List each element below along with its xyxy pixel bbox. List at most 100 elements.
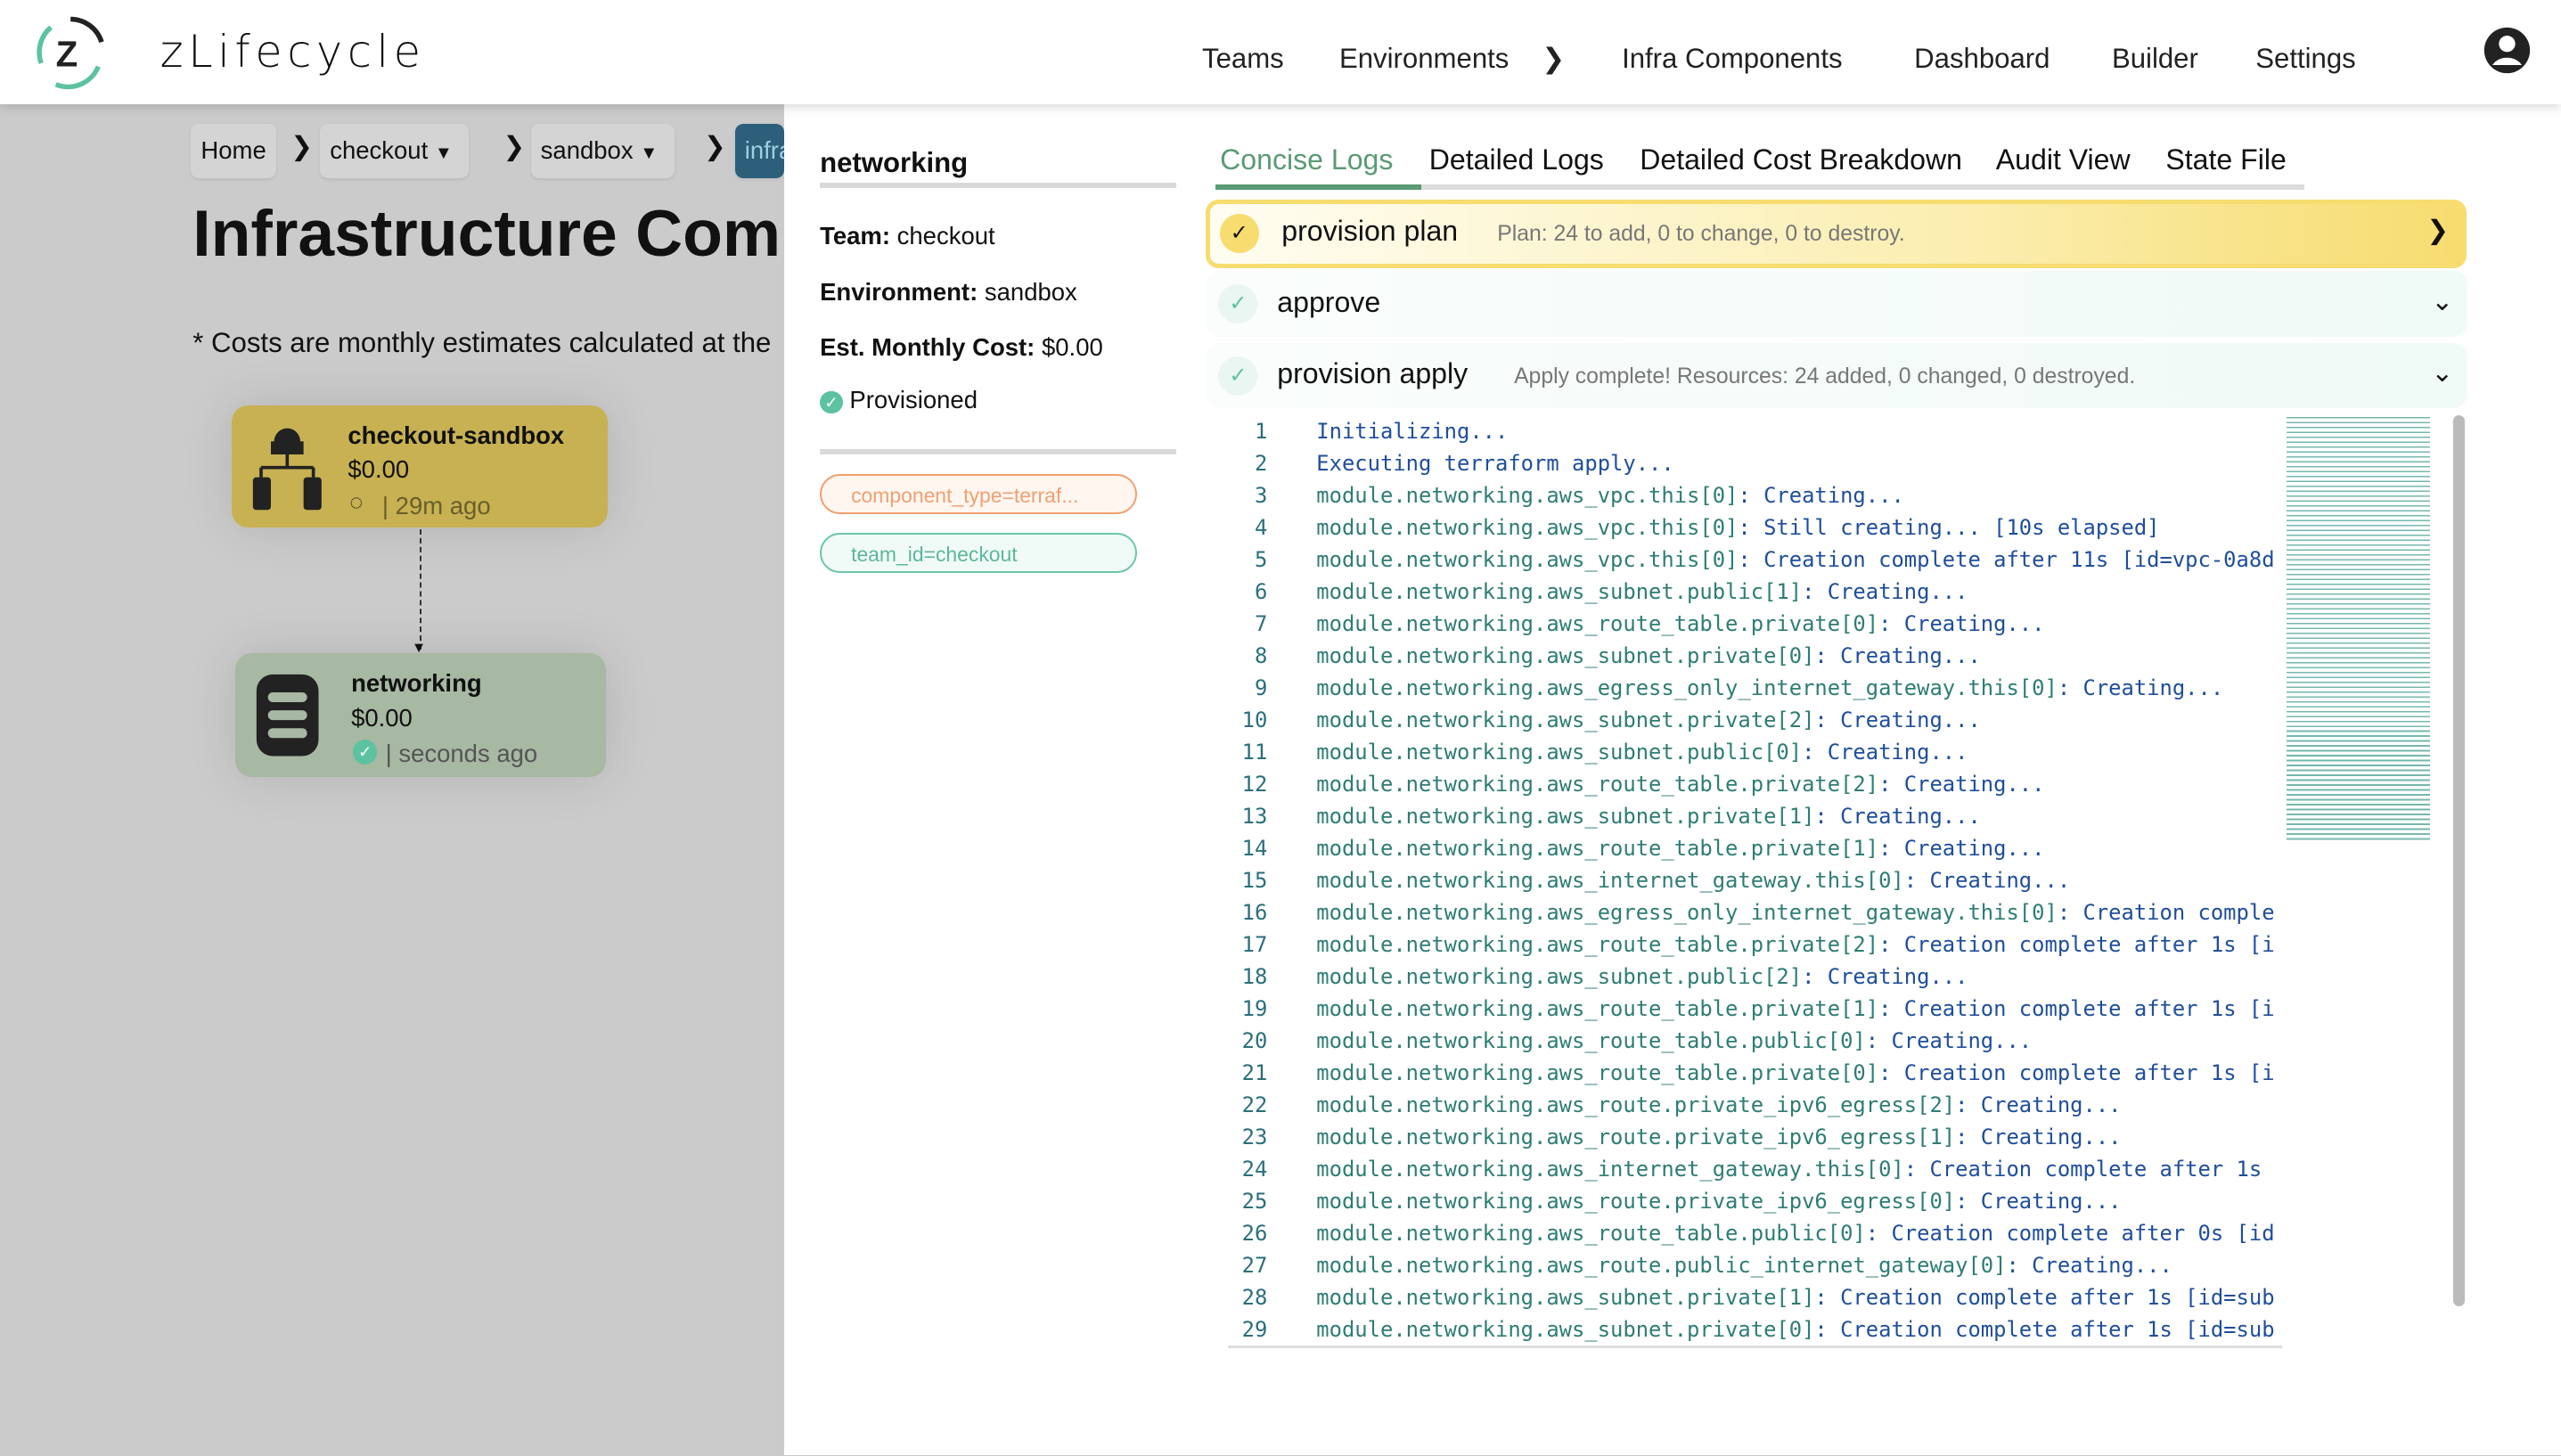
cost-label: Est. Monthly Cost: <box>820 332 1035 361</box>
brand-name: zLifecycle <box>160 26 426 78</box>
log-resource: module.networking.aws_internet_gateway.t… <box>1316 1156 1904 1182</box>
cost-note: * Costs are monthly estimates calculated… <box>192 326 772 358</box>
zlifecycle-logo[interactable]: Z <box>33 14 108 90</box>
log-resource: module.networking.aws_vpc.this[0] <box>1316 482 1739 508</box>
log-line: 14 module.networking.aws_route_table.priv… <box>1228 832 2281 864</box>
log-message: : Creating... <box>1802 739 1968 765</box>
log-resource: module.networking.aws_subnet.private[0] <box>1316 1316 1815 1342</box>
nav-dashboard[interactable]: Dashboard <box>1914 43 2050 75</box>
step-title: provision plan <box>1281 215 1459 248</box>
chevron-right-icon[interactable]: ❯ <box>1542 43 1565 75</box>
nav-builder[interactable]: Builder <box>2112 43 2198 75</box>
log-line: 23 module.networking.aws_route.private_ip… <box>1228 1121 2281 1153</box>
node-networking[interactable]: networking $0.00 ✓ | seconds ago <box>234 653 606 778</box>
line-number: 21 <box>1241 1059 1268 1085</box>
log-resource: module.networking.aws_subnet.public[0] <box>1316 739 1803 765</box>
step-approve[interactable]: ✓ approve ⌄ <box>1205 271 2467 337</box>
node-time: | seconds ago <box>385 740 538 768</box>
log-resource: module.networking.aws_route.private_ipv6… <box>1316 1188 1956 1214</box>
tag-team-id[interactable]: team_id=checkout <box>820 532 1137 574</box>
log-resource: module.networking.aws_route_table.public… <box>1316 1220 1866 1246</box>
line-number: 28 <box>1241 1284 1268 1310</box>
chevron-down-icon[interactable]: ⌄ <box>2431 286 2453 317</box>
line-number: 4 <box>1254 514 1268 540</box>
log-line: 24 module.networking.aws_internet_gateway… <box>1228 1153 2281 1185</box>
log-viewer[interactable]: 1 Initializing... 2 Executing terraform app… <box>1228 415 2282 1349</box>
log-message: : Creating... <box>2057 675 2224 700</box>
code-minimap[interactable] <box>2287 414 2431 843</box>
spinner-icon: ◌ <box>349 489 364 515</box>
log-line: 1 Initializing... <box>1228 415 2281 447</box>
log-message: : Creation complete after 1s [id=sub <box>1814 1284 2275 1310</box>
node-checkout-sandbox[interactable]: checkout-sandbox $0.00 ◌ | 29m ago <box>232 405 608 528</box>
dependency-edge <box>420 528 422 650</box>
log-line: 28 module.networking.aws_subnet.private[1… <box>1228 1281 2281 1313</box>
nav-teams[interactable]: Teams <box>1202 43 1284 75</box>
status-info: ✓ Provisioned <box>820 386 978 414</box>
team-info: Team: checkout <box>820 222 995 250</box>
breadcrumb-env[interactable]: sandbox ▼ <box>530 124 675 178</box>
log-line: 2 Executing terraform apply... <box>1228 447 2281 479</box>
step-title: approve <box>1277 285 1381 318</box>
tab-detailed-logs[interactable]: Detailed Logs <box>1429 143 1604 176</box>
log-line: 27 module.networking.aws_route.public_int… <box>1228 1249 2281 1281</box>
log-line: 9 module.networking.aws_egress_only_inter… <box>1228 672 2281 704</box>
log-resource: module.networking.aws_route.private_ipv6… <box>1316 1092 1956 1117</box>
line-number: 23 <box>1241 1124 1268 1149</box>
divider <box>820 183 1176 188</box>
chevron-right-icon: ❯ <box>503 131 526 161</box>
line-number: 7 <box>1254 610 1268 636</box>
log-message: Initializing... <box>1316 418 1509 444</box>
log-resource: module.networking.aws_route_table.privat… <box>1316 835 1879 861</box>
step-summary: Apply complete! Resources: 24 added, 0 c… <box>1514 364 2136 389</box>
team-value: checkout <box>896 222 995 250</box>
component-detail-panel: networking Team: checkout Environment: s… <box>783 104 2561 1456</box>
log-message: : Creating... <box>1878 835 2045 861</box>
divider <box>820 449 1176 454</box>
nav-environments[interactable]: Environments <box>1339 43 1509 75</box>
log-scrollbar[interactable] <box>2453 414 2465 1307</box>
log-resource: module.networking.aws_subnet.public[1] <box>1316 578 1803 604</box>
breadcrumb-team[interactable]: checkout ▼ <box>320 124 470 178</box>
log-message: : Creating... <box>1865 1027 2033 1053</box>
line-number: 24 <box>1241 1156 1268 1182</box>
log-line: 11 module.networking.aws_subnet.public[0]… <box>1228 736 2281 768</box>
log-message: : Creating... <box>1878 610 2045 636</box>
log-line: 15 module.networking.aws_internet_gateway… <box>1228 864 2281 896</box>
log-line: 16 module.networking.aws_egress_only_inte… <box>1228 896 2281 928</box>
log-message: : Creating... <box>1802 963 1968 989</box>
log-line: 19 module.networking.aws_route_table.priv… <box>1228 993 2281 1025</box>
breadcrumb-current[interactable]: infra <box>734 124 784 178</box>
nav-settings[interactable]: Settings <box>2255 43 2356 75</box>
log-message: : Creation complete after 1s [i <box>1878 1059 2275 1085</box>
step-summary: Plan: 24 to add, 0 to change, 0 to destr… <box>1497 221 1905 246</box>
log-resource: module.networking.aws_subnet.private[2] <box>1316 707 1815 732</box>
tab-state-file[interactable]: State File <box>2165 143 2286 176</box>
step-provision-apply[interactable]: ✓ provision apply Apply complete! Resour… <box>1205 342 2467 409</box>
breadcrumb-home[interactable]: Home <box>191 124 276 178</box>
chevron-down-icon[interactable]: ⌄ <box>2431 357 2453 389</box>
chevron-right-icon[interactable]: ❯ <box>2426 215 2449 246</box>
tag-component-type[interactable]: component_type=terraf... <box>820 473 1137 515</box>
line-number: 15 <box>1241 867 1268 893</box>
chevron-right-icon: ❯ <box>290 131 313 161</box>
step-title: provision apply <box>1277 357 1469 390</box>
breadcrumb-team-label: checkout <box>330 136 429 165</box>
nav-infra-components[interactable]: Infra Components <box>1622 43 1843 75</box>
log-resource: module.networking.aws_route_table.privat… <box>1316 995 1879 1021</box>
node-name: networking <box>351 669 482 698</box>
step-provision-plan[interactable]: ✓ provision plan Plan: 24 to add, 0 to c… <box>1205 199 2467 268</box>
log-line: 20 module.networking.aws_route_table.publ… <box>1228 1025 2281 1057</box>
line-number: 10 <box>1241 707 1268 732</box>
log-line: 29 module.networking.aws_subnet.private[0… <box>1228 1313 2281 1346</box>
log-resource: module.networking.aws_route_table.privat… <box>1316 931 1879 957</box>
log-line: 22 module.networking.aws_route.private_ip… <box>1228 1089 2281 1121</box>
line-number: 22 <box>1241 1092 1268 1117</box>
log-resource: module.networking.aws_internet_gateway.t… <box>1316 867 1904 893</box>
tab-audit-view[interactable]: Audit View <box>1996 143 2131 176</box>
tab-detailed-cost-breakdown[interactable]: Detailed Cost Breakdown <box>1640 143 1962 176</box>
user-avatar-icon[interactable] <box>2483 26 2532 75</box>
log-line: 12 module.networking.aws_route_table.priv… <box>1228 768 2281 800</box>
tab-concise-logs[interactable]: Concise Logs <box>1220 143 1393 176</box>
status-text: Provisioned <box>849 385 978 413</box>
